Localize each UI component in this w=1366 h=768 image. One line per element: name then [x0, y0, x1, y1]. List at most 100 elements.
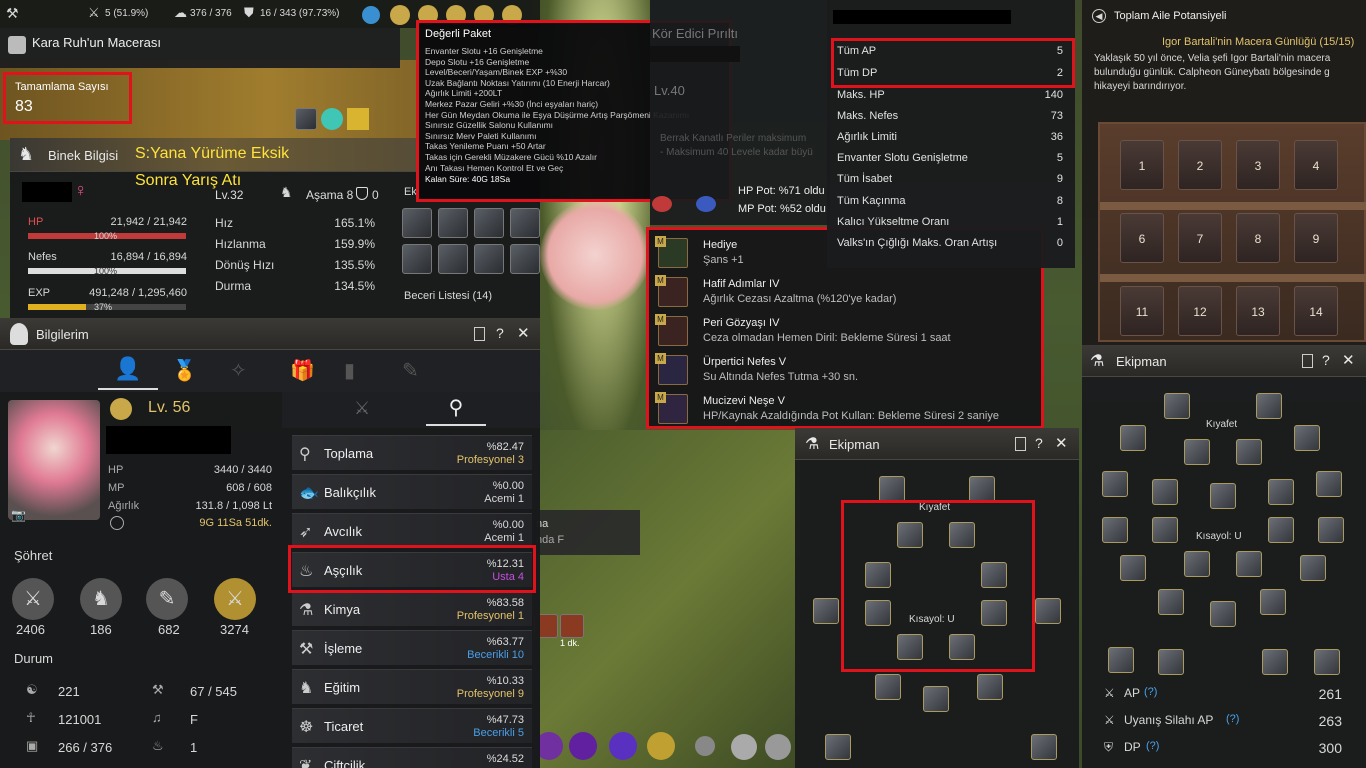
armor-slot[interactable]	[969, 476, 995, 502]
weapon-costume-slot[interactable]	[981, 600, 1007, 626]
accessory-slot[interactable]	[1300, 555, 1326, 581]
ring-slot[interactable]	[1316, 471, 1342, 497]
journal-book-8[interactable]: 8	[1236, 213, 1280, 263]
weapon-slot[interactable]	[1102, 517, 1128, 543]
accessory-slot[interactable]	[1294, 425, 1320, 451]
bottom-slot[interactable]	[1031, 734, 1057, 760]
life-skill-cooking[interactable]: ♨ Aşçılık %12.31 Usta 4	[292, 552, 532, 587]
skill-orb[interactable]	[695, 736, 715, 756]
weapon-slot[interactable]	[1210, 601, 1236, 627]
tab-life-icon[interactable]: ⚲	[426, 392, 486, 426]
helmet-slot[interactable]	[1164, 393, 1190, 419]
life-skill-training[interactable]: ♞ Eğitim %10.33 Profesyonel 9	[292, 669, 532, 704]
journal-book-2[interactable]: 2	[1178, 140, 1222, 190]
accessory-slot[interactable]	[897, 634, 923, 660]
document-icon[interactable]	[474, 327, 485, 341]
costume-slot[interactable]	[949, 522, 975, 548]
help-icon[interactable]: ?	[496, 325, 504, 341]
costume-slot[interactable]	[981, 562, 1007, 588]
lantern-slot[interactable]	[977, 674, 1003, 700]
help-icon[interactable]: ?	[1322, 352, 1330, 368]
close-icon[interactable]: ✕	[1342, 351, 1355, 369]
weapon-costume-slot[interactable]	[1152, 517, 1178, 543]
armor-slot[interactable]	[1256, 393, 1282, 419]
close-icon[interactable]: ✕	[517, 324, 530, 342]
magic-crystal-slot[interactable]	[1210, 483, 1236, 509]
tab-chart-icon[interactable]: ▮	[344, 358, 355, 383]
journal-book-3[interactable]: 3	[1236, 140, 1280, 190]
quest-reward-icon[interactable]	[295, 108, 317, 130]
document-icon[interactable]	[1302, 354, 1313, 368]
camera-icon[interactable]: 📷	[11, 508, 26, 522]
weapon-slot[interactable]	[1318, 517, 1344, 543]
life-skill-hunting[interactable]: ➶ Avcılık %0.00 Acemi 1	[292, 513, 532, 548]
weapon-costume-slot[interactable]	[1268, 517, 1294, 543]
skill-orb[interactable]	[731, 734, 757, 760]
journal-book-1[interactable]: 1	[1120, 140, 1164, 190]
costume-slot[interactable]	[1152, 479, 1178, 505]
crystal-icon[interactable]	[347, 108, 369, 130]
menu-icon-2[interactable]	[390, 5, 410, 25]
mount-gear-slot[interactable]	[474, 244, 504, 274]
weapon-costume-slot[interactable]	[865, 600, 891, 626]
journal-book-9[interactable]: 9	[1294, 213, 1338, 263]
skill-orb[interactable]	[569, 732, 597, 760]
journal-book-7[interactable]: 7	[1178, 213, 1222, 263]
awaken-help-icon[interactable]: (?)	[1226, 713, 1239, 725]
journal-book-4[interactable]: 4	[1294, 140, 1338, 190]
document-icon[interactable]	[1015, 437, 1026, 451]
life-skill-alchemy[interactable]: ⚗ Kimya %83.58 Profesyonel 1	[292, 591, 532, 626]
mount-gear-slot[interactable]	[474, 208, 504, 238]
life-skill-farming[interactable]: ❦ Çiftçilik %24.52	[292, 747, 532, 768]
weapon-slot[interactable]	[1158, 589, 1184, 615]
lantern-slot[interactable]	[875, 674, 901, 700]
close-icon[interactable]: ✕	[1055, 434, 1068, 452]
lantern-slot[interactable]	[1158, 649, 1184, 675]
costume-slot[interactable]	[1236, 439, 1262, 465]
tab-skills-icon[interactable]: ✧	[230, 358, 247, 383]
tab-combat-icon[interactable]: ⚔	[354, 398, 370, 419]
tab-medal-icon[interactable]: 🏅	[172, 358, 197, 383]
ap-help-icon[interactable]: (?)	[1144, 686, 1157, 698]
helmet-slot[interactable]	[879, 476, 905, 502]
costume-slot[interactable]	[865, 562, 891, 588]
help-icon[interactable]: ?	[1035, 435, 1043, 451]
menu-icon-1[interactable]	[362, 6, 380, 24]
accessory-slot[interactable]	[1120, 555, 1146, 581]
mount-gear-slot[interactable]	[510, 208, 540, 238]
pet-slot[interactable]	[1262, 649, 1288, 675]
mount-gear-slot[interactable]	[510, 244, 540, 274]
mount-gear-slot[interactable]	[402, 244, 432, 274]
offhand-slot[interactable]	[1035, 598, 1061, 624]
skill-orb[interactable]	[609, 732, 637, 760]
mount-skills-label[interactable]: Beceri Listesi (14)	[404, 290, 492, 302]
lantern-slot[interactable]	[923, 686, 949, 712]
accessory-slot[interactable]	[1236, 551, 1262, 577]
rod-slot[interactable]	[1314, 649, 1340, 675]
costume-slot[interactable]	[1268, 479, 1294, 505]
life-skill-trade[interactable]: ☸ Ticaret %47.73 Becerikli 5	[292, 708, 532, 743]
journal-book-6[interactable]: 6	[1120, 213, 1164, 263]
accessory-slot[interactable]	[1120, 425, 1146, 451]
mount-gear-slot[interactable]	[438, 208, 468, 238]
tab-profile-icon[interactable]: 👤	[98, 350, 158, 390]
costume-slot[interactable]	[1184, 439, 1210, 465]
skill-orb[interactable]	[647, 732, 675, 760]
journal-book-13[interactable]: 13	[1236, 286, 1280, 336]
skill-orb[interactable]	[765, 734, 791, 760]
offhand-slot[interactable]	[813, 598, 839, 624]
hotbar-slot[interactable]	[560, 614, 584, 638]
tab-feather-icon[interactable]: ✎	[402, 358, 419, 383]
tab-gift-icon[interactable]: 🎁	[290, 358, 315, 383]
weapon-slot[interactable]	[1260, 589, 1286, 615]
journal-book-14[interactable]: 14	[1294, 286, 1338, 336]
ring-slot[interactable]	[1102, 471, 1128, 497]
back-icon[interactable]: ◀	[1092, 9, 1106, 23]
journal-book-11[interactable]: 11	[1120, 286, 1164, 336]
accessory-slot[interactable]	[1184, 551, 1210, 577]
mount-gear-slot[interactable]	[438, 244, 468, 274]
life-skill-gathering[interactable]: ⚲ Toplama %82.47 Profesyonel 3	[292, 435, 532, 470]
journal-book-12[interactable]: 12	[1178, 286, 1222, 336]
accessory-slot[interactable]	[949, 634, 975, 660]
mount-gear-slot[interactable]	[402, 208, 432, 238]
